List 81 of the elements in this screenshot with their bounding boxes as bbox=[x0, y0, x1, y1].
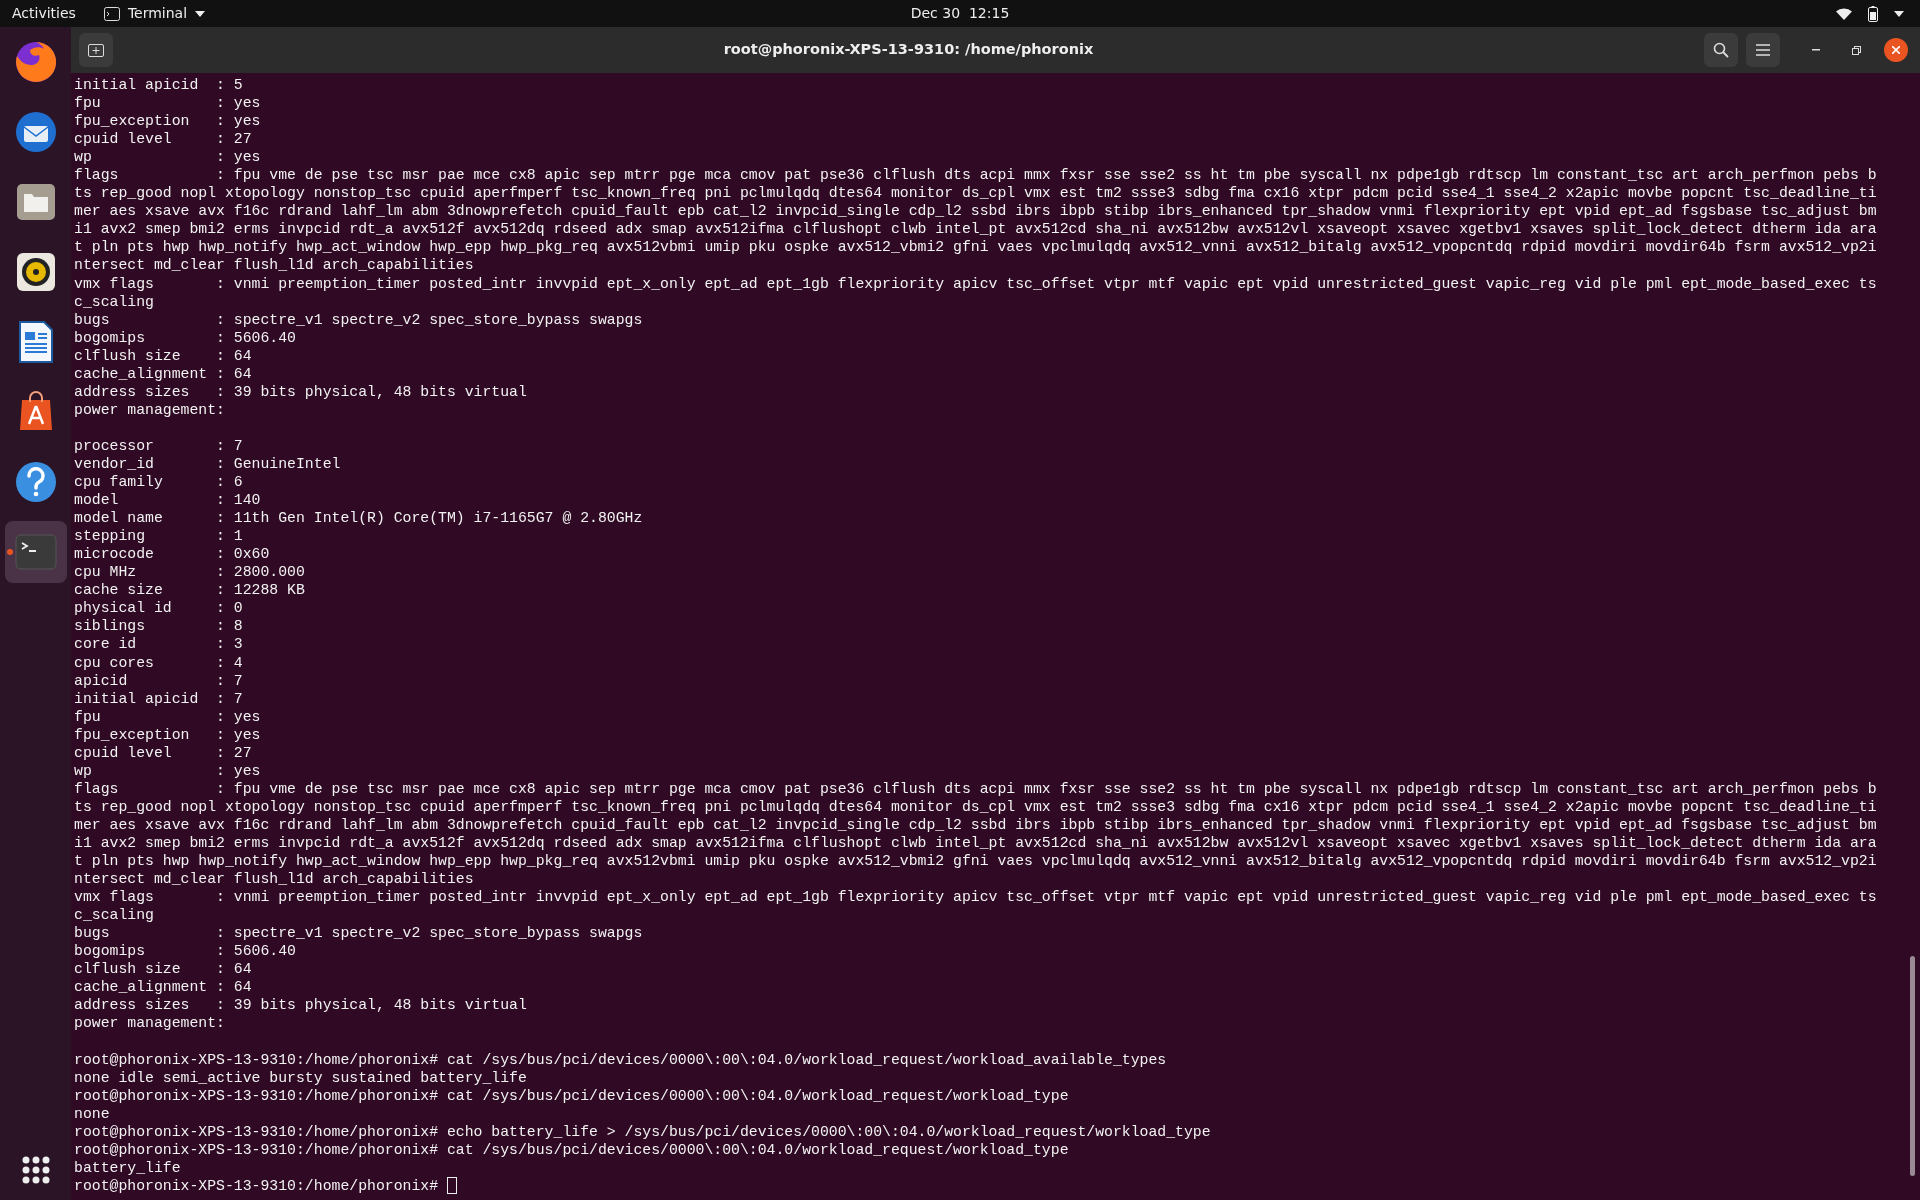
terminal-line: processor : 7 bbox=[74, 436, 244, 455]
terminal-line: initial apicid : 5 bbox=[74, 76, 244, 95]
search-icon bbox=[1713, 42, 1729, 58]
menu-button[interactable] bbox=[1746, 33, 1780, 67]
terminal-line: t pln pts hwp hwp_notify hwp_act_window hwp_epp hwp_pkg_req avx512vbmi umip pku ospke avx512_vbmi2 gfni vaes vpclmulqdq avx512_vnni avx512_bitalg avx512_vpopcntdq rdpid movdiri movdir64b fsrm avx512_vp2i bbox=[74, 238, 1878, 257]
terminal-line: fpu : yes bbox=[74, 707, 262, 726]
app-grid-icon[interactable] bbox=[21, 1156, 50, 1184]
terminal-line: physical id : 0 bbox=[74, 599, 244, 618]
terminal-line: bogomips : 5606.40 bbox=[74, 942, 297, 961]
terminal-line: ts rep_good nopl xtopology nonstop_tsc cpuid aperfmperf tsc_known_freq pni pclmulqdq dtes64 monitor ds_cpl vmx est tm2 ssse3 sdbg fma cx16 xtpr pdcm pcid sse4_1 sse4_2 x2apic movbe popcnt tsc_deadline_ti bbox=[74, 797, 1878, 816]
terminal-line: cache_alignment : 64 bbox=[74, 364, 253, 383]
terminal-line: cpu family : 6 bbox=[74, 473, 244, 492]
terminal-line: power management: bbox=[74, 1014, 226, 1033]
terminal-line: flags : fpu vme de pse tsc msr pae mce cx8 apic sep mtrr pge mca cmov pat pse36 clflush dts acpi mmx fxsr sse sse2 ss ht tm pbe syscall nx pdpe1gb rdtscp lm constant_tsc art arch_perfmon pebs b bbox=[74, 779, 1878, 798]
terminal-line: flags : fpu vme de pse tsc msr pae mce cx8 apic sep mtrr pge mca cmov pat pse36 clflush dts acpi mmx fxsr sse sse2 ss ht tm pbe syscall nx pdpe1gb rdtscp lm constant_tsc art arch_perfmon pebs b bbox=[74, 166, 1878, 185]
terminal-line: clflush size : 64 bbox=[74, 346, 253, 365]
terminal-line: none idle semi_active bursty sustained battery_life bbox=[74, 1068, 528, 1087]
terminal-line: cpu MHz : 2800.000 bbox=[74, 563, 306, 582]
terminal-line: cache_alignment : 64 bbox=[74, 978, 253, 997]
terminal-line: siblings : 8 bbox=[74, 617, 244, 636]
menu-icon bbox=[1756, 44, 1770, 56]
terminal-line: vmx flags : vnmi preemption_timer posted_intr invvpid ept_x_only ept_ad ept_1gb flexpriority apicv tsc_offset vtpr mtf vapic ept vpid unrestricted_guest vapic_reg vid ple pml ept_mode_based_exec ts bbox=[74, 274, 1878, 293]
terminal-line: t pln pts hwp hwp_notify hwp_act_window hwp_epp hwp_pkg_req avx512vbmi umip pku ospke avx512_vbmi2 gfni vaes vpclmulqdq avx512_vnni avx512_bitalg avx512_vpopcntdq rdpid movdiri movdir64b fsrm avx512_vp2i bbox=[74, 852, 1878, 871]
terminal-line: battery_life bbox=[74, 1158, 182, 1177]
terminal-line: microcode : 0x60 bbox=[74, 545, 271, 564]
terminal-line: none bbox=[74, 1104, 111, 1123]
close-icon bbox=[1892, 46, 1900, 54]
new-tab-icon bbox=[88, 43, 104, 57]
terminal-line: wp : yes bbox=[74, 761, 262, 780]
close-button[interactable] bbox=[1884, 38, 1908, 62]
terminal-line: initial apicid : 7 bbox=[74, 689, 244, 708]
terminal-line: fpu_exception : yes bbox=[74, 725, 262, 744]
terminal-line: model name : 11th Gen Intel(R) Core(TM) i7-1165G7 @ 2.80GHz bbox=[74, 509, 644, 528]
terminal-line: address sizes : 39 bits physical, 48 bits virtual bbox=[74, 996, 528, 1015]
search-button[interactable] bbox=[1704, 33, 1738, 67]
new-tab-button[interactable] bbox=[79, 33, 113, 67]
terminal-line: address sizes : 39 bits physical, 48 bits virtual bbox=[74, 382, 528, 401]
terminal-line: bugs : spectre_v1 spectre_v2 spec_store_bypass swapgs bbox=[74, 924, 644, 943]
terminal-line: core id : 3 bbox=[74, 635, 244, 654]
terminal-line: fpu_exception : yes bbox=[74, 112, 262, 131]
terminal-line: vendor_id : GenuineIntel bbox=[74, 455, 342, 474]
terminal-line: bogomips : 5606.40 bbox=[74, 328, 297, 347]
terminal-line: c_scaling bbox=[74, 292, 155, 311]
terminal-line: i1 avx2 smep bmi2 erms invpcid rdt_a avx512f avx512dq rdseed adx smap avx512ifma clflushopt clwb intel_pt avx512cd sha_ni avx512bw avx512vl xsaveopt xsavec xgetbv1 xsaves split_lock_detect dtherm ida ara bbox=[74, 220, 1878, 239]
activities-button[interactable]: Activities bbox=[0, 3, 88, 24]
terminal-line: ts rep_good nopl xtopology nonstop_tsc cpuid aperfmperf tsc_known_freq pni pclmulqdq dtes64 monitor ds_cpl vmx est tm2 ssse3 sdbg fma cx16 xtpr pdcm pcid sse4_1 sse4_2 x2apic movbe popcnt tsc_deadline_ti bbox=[74, 184, 1878, 203]
terminal-line: clflush size : 64 bbox=[74, 960, 253, 979]
terminal-line: root@phoronix-XPS-13-9310:/home/phoronix# cat /sys/bus/pci/devices/0000\:00\:04.0/workload_request/workload_type bbox=[74, 1140, 1070, 1159]
scrollbar-thumb[interactable] bbox=[1909, 956, 1915, 1176]
terminal-line: wp : yes bbox=[74, 148, 262, 167]
terminal-icon bbox=[103, 6, 120, 21]
terminal-line: cpuid level : 27 bbox=[74, 743, 253, 762]
caret-icon bbox=[195, 10, 206, 17]
app-menu[interactable]: Terminal bbox=[127, 3, 188, 24]
terminal-line: bugs : spectre_v1 spectre_v2 spec_store_bypass swapgs bbox=[74, 310, 644, 329]
wifi-icon[interactable] bbox=[1836, 7, 1852, 20]
terminal-line: ntersect md_clear flush_l1d arch_capabilities bbox=[74, 256, 475, 275]
terminal-line: i1 avx2 smep bmi2 erms invpcid rdt_a avx512f avx512dq rdseed adx smap avx512ifma clflushopt clwb intel_pt avx512cd sha_ni avx512bw avx512vl xsaveopt xsavec xgetbv1 xsaves split_lock_detect dtherm ida ara bbox=[74, 833, 1878, 852]
terminal-line: ntersect md_clear flush_l1d arch_capabilities bbox=[74, 870, 475, 889]
terminal-line: root@phoronix-XPS-13-9310:/home/phoronix# cat /sys/bus/pci/devices/0000\:00\:04.0/workload_request/workload_type bbox=[74, 1086, 1070, 1105]
terminal-line: cpu cores : 4 bbox=[74, 653, 244, 672]
maximize-icon bbox=[1851, 45, 1861, 55]
terminal-line: root@phoronix-XPS-13-9310:/home/phoronix# cat /sys/bus/pci/devices/0000\:00\:04.0/workload_request/workload_available_types bbox=[74, 1050, 1168, 1069]
terminal-line: apicid : 7 bbox=[74, 671, 244, 690]
terminal-line: mer aes xsave avx f16c rdrand lahf_lm abm 3dnowprefetch cpuid_fault epb cat_l2 invpcid_single cdp_l2 ssbd ibrs ibpb stibp ibrs_enhanced tpr_shadow vnmi flexpriority ept vpid ept_ad fsgsbase tsc_adjust bm bbox=[74, 815, 1878, 834]
terminal-line: cpuid level : 27 bbox=[74, 130, 253, 149]
terminal-line: model : 140 bbox=[74, 491, 262, 510]
terminal-line: root@phoronix-XPS-13-9310:/home/phoronix# echo battery_life > /sys/bus/pci/devices/0000\:00\:04.0/workload_request/workload_type bbox=[74, 1122, 1212, 1141]
terminal-line: cache size : 12288 KB bbox=[74, 581, 306, 600]
terminal-line: root@phoronix-XPS-13-9310:/home/phoronix# bbox=[74, 1176, 439, 1195]
window-title: root@phoronix-XPS-13-9310: /home/phoronix bbox=[723, 41, 1094, 58]
clock[interactable]: Dec 30 12:15 bbox=[910, 3, 1010, 24]
terminal-line: fpu : yes bbox=[74, 94, 262, 113]
minimize-icon bbox=[1812, 49, 1820, 51]
terminal-line: power management: bbox=[74, 400, 226, 419]
battery-icon[interactable] bbox=[1868, 5, 1878, 22]
terminal-line: mer aes xsave avx f16c rdrand lahf_lm abm 3dnowprefetch cpuid_fault epb cat_l2 invpcid_single cdp_l2 ssbd ibrs ibpb stibp ibrs_enhanced tpr_shadow vnmi flexpriority ept vpid ept_ad fsgsbase tsc_adjust bm bbox=[74, 202, 1878, 221]
caret-icon[interactable] bbox=[1894, 10, 1904, 17]
terminal-line: stepping : 1 bbox=[74, 527, 244, 546]
terminal-line: vmx flags : vnmi preemption_timer posted_intr invvpid ept_x_only ept_ad ept_1gb flexpriority apicv tsc_offset vtpr mtf vapic ept vpid unrestricted_guest vapic_reg vid ple pml ept_mode_based_exec ts bbox=[74, 888, 1878, 907]
terminal-line: c_scaling bbox=[74, 906, 155, 925]
